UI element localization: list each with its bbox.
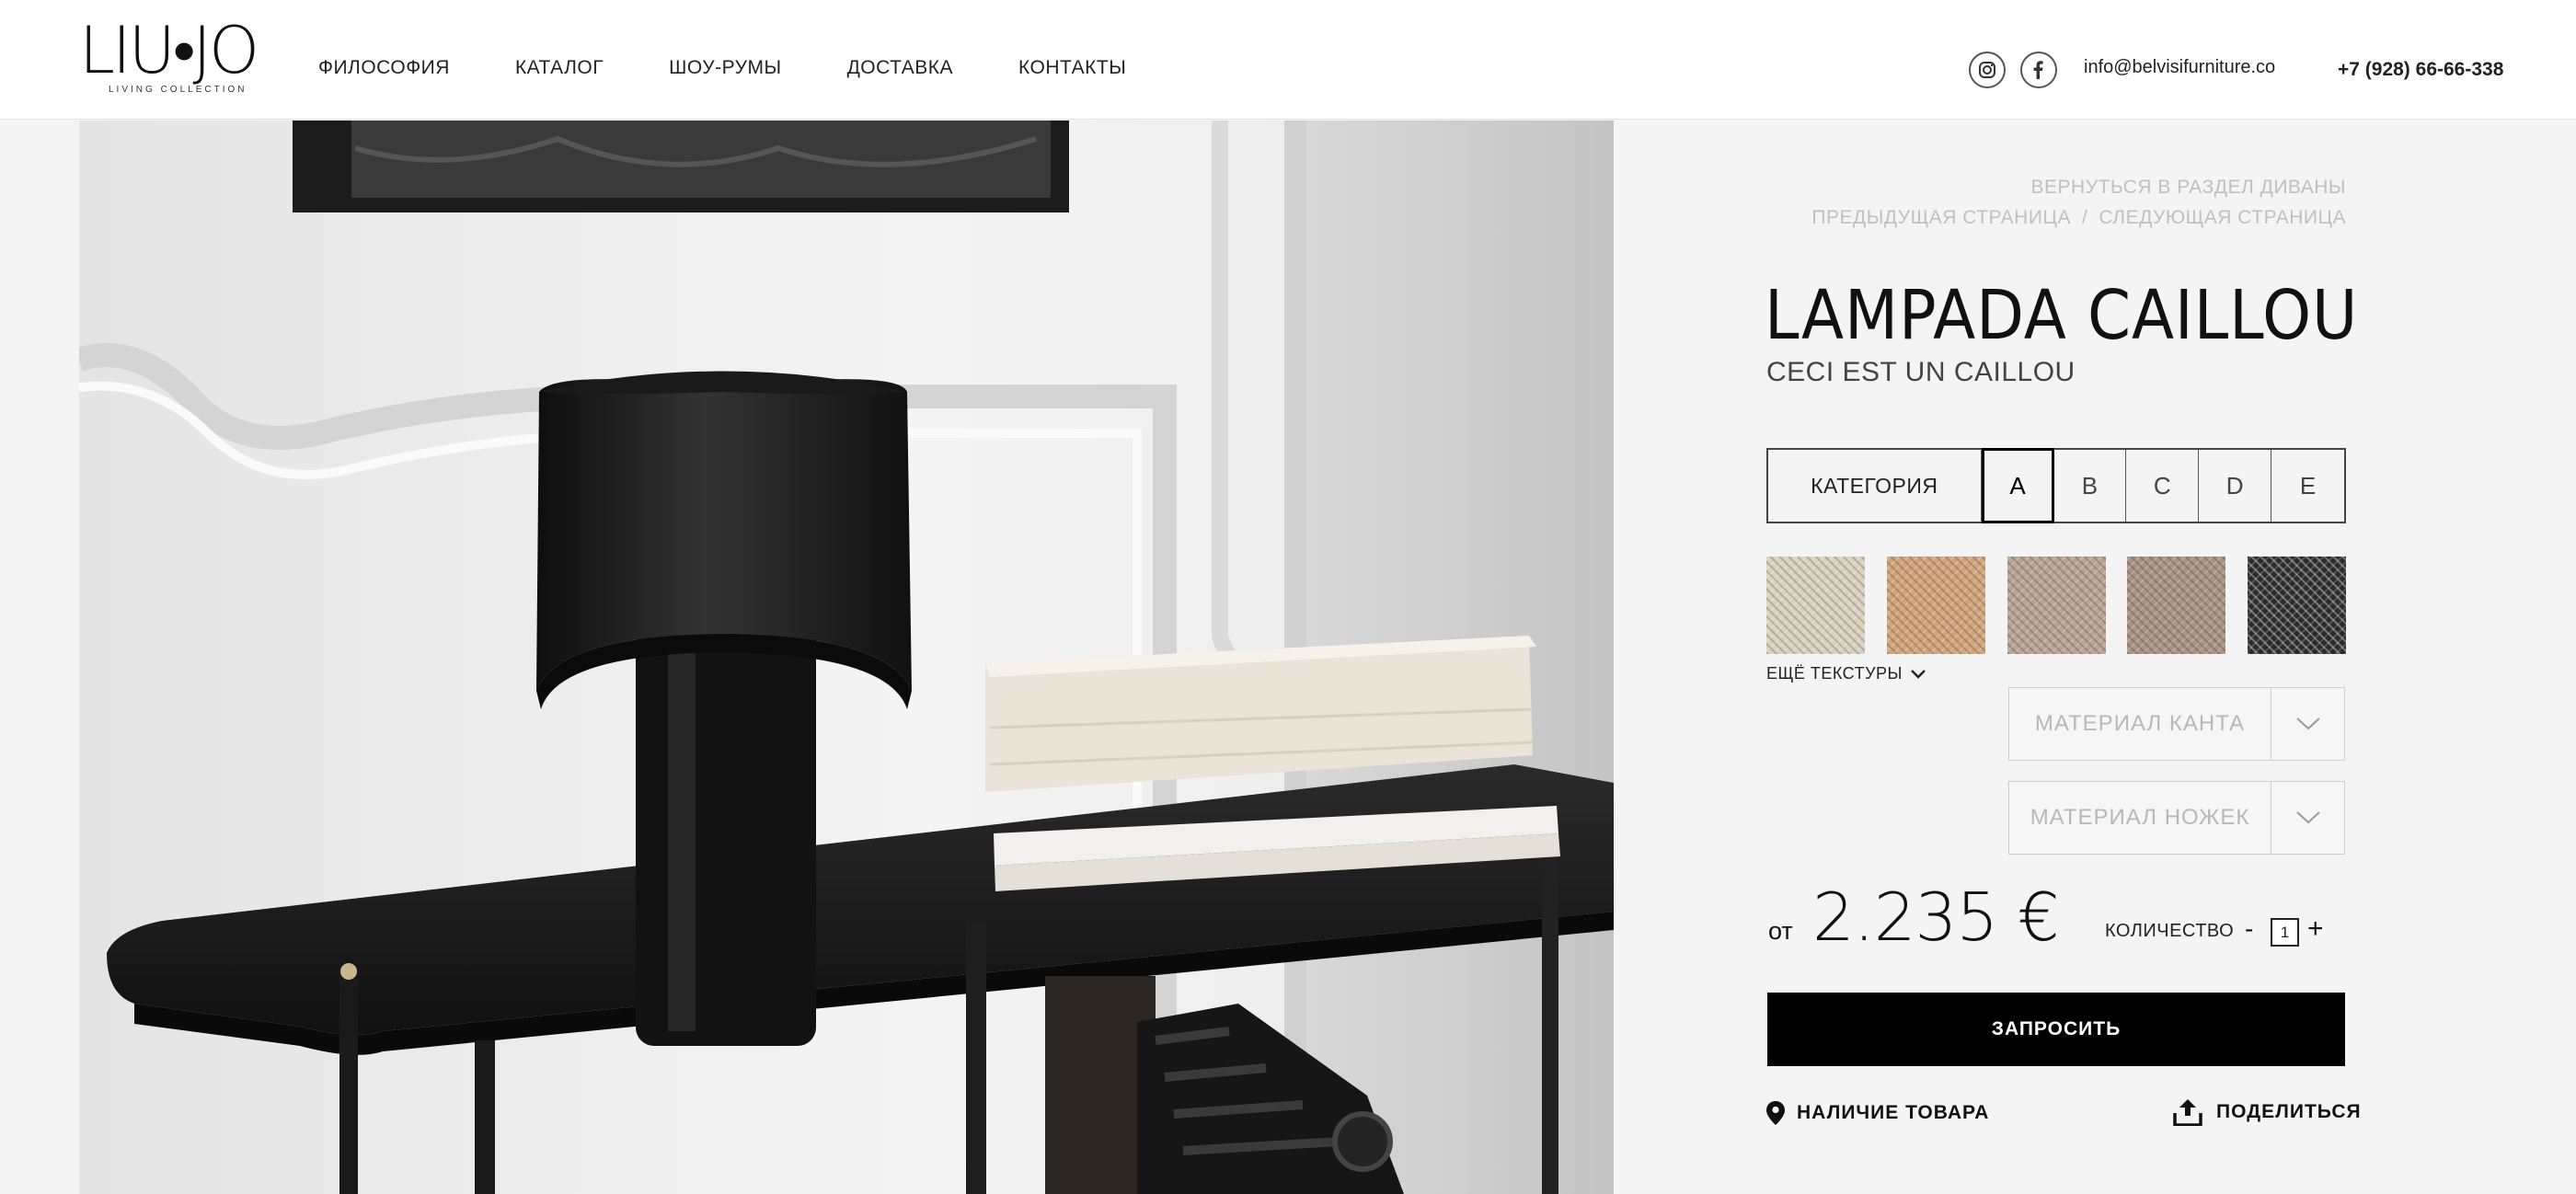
contact-email-link[interactable]: info@belvisifurniture.co — [2084, 57, 2275, 78]
chevron-down-icon — [1911, 669, 1926, 679]
instagram-icon[interactable] — [1969, 52, 2006, 88]
piping-material-select[interactable]: МАТЕРИАЛ КАНТА — [2008, 687, 2345, 761]
share-icon — [2173, 1099, 2202, 1126]
site-header: LIU•JO LIVING COLLECTION ФИЛОСОФИЯ КАТАЛ… — [0, 0, 2576, 120]
more-textures-label: ЕЩЁ ТЕКСТУРЫ — [1766, 664, 1903, 683]
back-to-section-link[interactable]: ВЕРНУТЬСЯ В РАЗДЕЛ ДИВАНЫ — [2031, 177, 2346, 199]
availability-label: НАЛИЧИЕ ТОВАРА — [1797, 1102, 1990, 1123]
map-pin-icon — [1766, 1101, 1785, 1125]
chevron-down-icon[interactable] — [2271, 688, 2344, 760]
leg-material-label: МАТЕРИАЛ НОЖЕК — [2030, 805, 2250, 830]
texture-swatch[interactable] — [1887, 557, 1985, 654]
prev-page-link[interactable]: ПРЕДЫДУЩАЯ СТРАНИЦА — [1811, 207, 2071, 228]
product-subtitle: CECI EST UN CAILLOU — [1766, 357, 2076, 387]
leg-material-select[interactable]: МАТЕРИАЛ НОЖЕК — [2008, 781, 2345, 855]
next-page-link[interactable]: СЛЕДУЮЩАЯ СТРАНИЦА — [2099, 207, 2346, 228]
texture-swatch[interactable] — [2248, 557, 2346, 654]
facebook-icon[interactable] — [2020, 52, 2057, 88]
nav-item-delivery[interactable]: ДОСТАВКА — [847, 57, 953, 79]
logo-wordmark: LIU•JO — [79, 13, 259, 88]
chevron-down-icon[interactable] — [2271, 782, 2344, 854]
availability-link[interactable]: НАЛИЧИЕ ТОВАРА — [1765, 1100, 1989, 1126]
request-button[interactable]: ЗАПРОСИТЬ — [1767, 993, 2345, 1066]
price-prefix: от — [1768, 917, 1793, 945]
product-photo — [79, 121, 1614, 1194]
nav-item-showrooms[interactable]: ШОУ-РУМЫ — [669, 57, 781, 79]
texture-swatch[interactable] — [2127, 557, 2225, 654]
nav-item-philosophy[interactable]: ФИЛОСОФИЯ — [318, 57, 450, 79]
nav-item-catalog[interactable]: КАТАЛОГ — [515, 57, 604, 79]
share-link[interactable]: ПОДЕЛИТЬСЯ — [2172, 1098, 2362, 1126]
texture-swatch[interactable] — [1766, 557, 1865, 654]
product-title: LAMPADA CAILLOU — [1765, 276, 2359, 355]
main-nav: ФИЛОСОФИЯ КАТАЛОГ ШОУ-РУМЫ ДОСТАВКА КОНТ… — [318, 57, 1191, 79]
nav-item-contacts[interactable]: КОНТАКТЫ — [1018, 57, 1126, 79]
category-option-e[interactable]: E — [2271, 450, 2344, 522]
texture-swatch[interactable] — [2007, 557, 2106, 654]
more-textures-link[interactable]: ЕЩЁ ТЕКСТУРЫ — [1766, 664, 1926, 683]
quantity-label: КОЛИЧЕСТВО — [2105, 921, 2235, 941]
contact-phone-link[interactable]: +7 (928) 66-66-338 — [2338, 59, 2503, 81]
category-option-a[interactable]: A — [1981, 448, 2054, 523]
category-option-d[interactable]: D — [2199, 450, 2272, 522]
share-label: ПОДЕЛИТЬСЯ — [2216, 1101, 2362, 1122]
category-option-c[interactable]: C — [2126, 450, 2200, 522]
quantity-decrease-button[interactable]: - — [2245, 914, 2253, 944]
quantity-input[interactable] — [2271, 918, 2299, 947]
breadcrumb-separator: / — [2081, 207, 2088, 228]
category-option-b[interactable]: B — [2054, 450, 2127, 522]
quantity-increase-button[interactable]: + — [2307, 913, 2324, 945]
category-selector: КАТЕГОРИЯ A B C D E — [1766, 448, 2346, 523]
page-pagination: ПРЕДЫДУЩАЯ СТРАНИЦА / СЛЕДУЮЩАЯ СТРАНИЦА — [1811, 207, 2346, 229]
brand-logo[interactable]: LIU•JO LIVING COLLECTION — [79, 13, 272, 99]
product-price: 2.235 € — [1812, 878, 2060, 956]
piping-material-label: МАТЕРИАЛ КАНТА — [2034, 711, 2246, 736]
category-label: КАТЕГОРИЯ — [1768, 450, 1982, 522]
